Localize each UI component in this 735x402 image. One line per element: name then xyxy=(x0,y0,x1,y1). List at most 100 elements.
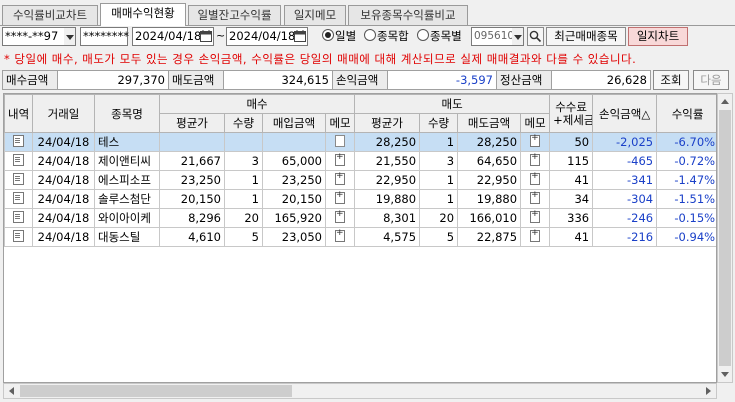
detail-cell[interactable] xyxy=(4,170,33,190)
header-buy-qty[interactable]: 수량 xyxy=(224,113,263,133)
table-row[interactable]: 24/04/18 대동스틸 4,610 5 23,050 4,575 5 22,… xyxy=(4,227,716,247)
detail-icon[interactable] xyxy=(13,230,24,242)
date-cell: 24/04/18 xyxy=(32,151,95,171)
memo-add-icon[interactable] xyxy=(335,191,346,204)
sell-avg-cell: 8,301 xyxy=(354,208,421,228)
rate-cell: -0.94% xyxy=(656,227,716,247)
memo-add-icon[interactable] xyxy=(530,210,541,223)
calendar-icon[interactable] xyxy=(294,29,306,43)
vertical-scroll-thumb[interactable] xyxy=(719,110,731,366)
calendar-icon[interactable] xyxy=(200,29,212,43)
recent-trades-button[interactable]: 최근매매종목 xyxy=(546,27,626,46)
detail-cell[interactable] xyxy=(4,208,33,228)
buy-avg-cell: 8,296 xyxy=(159,208,225,228)
fee-cell: 41 xyxy=(549,170,594,190)
detail-icon[interactable] xyxy=(13,192,24,204)
memo-add-icon[interactable] xyxy=(530,229,541,242)
header-buy-memo[interactable]: 메모 xyxy=(324,113,356,133)
tab-daily-balance-return[interactable]: 일별잔고수익률 xyxy=(188,5,281,25)
detail-cell[interactable] xyxy=(4,151,33,171)
stock-code-dropdown-icon[interactable] xyxy=(512,27,524,46)
password-input[interactable]: ******** xyxy=(80,27,129,46)
header-sell-amount[interactable]: 매도금액 xyxy=(457,113,522,133)
buy-memo-cell[interactable] xyxy=(324,208,356,228)
tab-journal-memo[interactable]: 일지메모 xyxy=(284,5,346,25)
horizontal-scrollbar[interactable] xyxy=(3,383,717,399)
tab-return-comparison-chart[interactable]: 수익률비교차트 xyxy=(2,5,98,25)
memo-add-icon[interactable] xyxy=(530,191,541,204)
rate-cell: -0.15% xyxy=(656,208,716,228)
table-row[interactable]: 24/04/18 제이앤티씨 21,667 3 65,000 21,550 3 … xyxy=(4,151,716,171)
scroll-right-icon[interactable] xyxy=(706,387,711,395)
table-row[interactable]: 24/04/18 와이아이케 8,296 20 165,920 8,301 20… xyxy=(4,208,716,228)
memo-add-icon[interactable] xyxy=(530,172,541,185)
radio-daily[interactable]: 일별 xyxy=(322,28,356,45)
query-button[interactable]: 조회 xyxy=(653,70,689,90)
header-name[interactable]: 종목명 xyxy=(94,94,160,133)
detail-cell[interactable] xyxy=(4,189,33,209)
account-select[interactable]: ****-**97 xyxy=(2,27,65,46)
header-detail[interactable]: 내역 xyxy=(4,94,33,133)
buy-memo-cell[interactable] xyxy=(324,151,356,171)
buy-memo-cell[interactable] xyxy=(324,189,356,209)
buy-avg-cell: 23,250 xyxy=(159,170,225,190)
scroll-up-icon[interactable] xyxy=(721,99,729,104)
settlement-value: 26,628 xyxy=(551,70,651,90)
memo-add-icon[interactable] xyxy=(335,153,346,166)
tab-trade-profit-status[interactable]: 매매수익현황 xyxy=(100,3,186,26)
sell-memo-cell[interactable] xyxy=(520,132,551,152)
next-button[interactable]: 다음 xyxy=(693,70,729,90)
buy-memo-cell[interactable] xyxy=(324,170,356,190)
stock-name-cell: 테스 xyxy=(94,132,160,152)
memo-add-icon[interactable] xyxy=(530,153,541,166)
buy-memo-cell[interactable] xyxy=(324,132,356,152)
detail-icon[interactable] xyxy=(13,154,24,166)
journal-chart-button[interactable]: 일지차트 xyxy=(628,27,688,46)
memo-add-icon[interactable] xyxy=(335,210,346,223)
stock-search-button[interactable] xyxy=(527,27,544,46)
memo-add-icon[interactable] xyxy=(335,172,346,185)
header-sell-qty[interactable]: 수량 xyxy=(419,113,459,133)
tab-holding-return-comparison[interactable]: 보유종목수익률비교 xyxy=(348,5,468,25)
horizontal-scroll-thumb[interactable] xyxy=(20,385,292,397)
rate-cell: -1.47% xyxy=(656,170,716,190)
memo-add-icon[interactable] xyxy=(335,229,346,242)
header-buy-avg[interactable]: 평균가 xyxy=(159,113,225,133)
header-rate[interactable]: 수익률 xyxy=(656,94,716,133)
trade-table: 내역 거래일 종목명 매수 매도 수수료 +제세금 손익금액△ 수익률 평균가 수… xyxy=(3,93,717,383)
vertical-scrollbar[interactable] xyxy=(717,93,733,383)
sell-memo-cell[interactable] xyxy=(520,227,551,247)
header-date[interactable]: 거래일 xyxy=(32,94,95,133)
memo-add-icon[interactable] xyxy=(530,134,541,147)
table-row[interactable]: 24/04/18 에스피소프 23,250 1 23,250 22,950 1 … xyxy=(4,170,716,190)
header-sell-avg[interactable]: 평균가 xyxy=(354,113,421,133)
sell-memo-cell[interactable] xyxy=(520,151,551,171)
header-buy-amount[interactable]: 매입금액 xyxy=(262,113,326,133)
sell-memo-cell[interactable] xyxy=(520,189,551,209)
radio-by-stock[interactable]: 종목별 xyxy=(417,28,462,45)
memo-empty-icon[interactable] xyxy=(335,135,346,147)
fee-cell: 115 xyxy=(549,151,594,171)
header-fee[interactable]: 수수료 +제세금 xyxy=(549,94,594,133)
sell-memo-cell[interactable] xyxy=(520,208,551,228)
detail-cell[interactable] xyxy=(4,132,33,152)
table-row[interactable]: 24/04/18 테스 28,250 1 28,250 50 -2,025 -6… xyxy=(4,132,716,152)
detail-cell[interactable] xyxy=(4,227,33,247)
detail-icon[interactable] xyxy=(13,135,24,147)
detail-icon[interactable] xyxy=(13,211,24,223)
stock-code-input[interactable]: 095610 xyxy=(471,27,514,46)
sell-amount-cell: 22,950 xyxy=(457,170,522,190)
scroll-down-icon[interactable] xyxy=(721,372,729,377)
sell-memo-cell[interactable] xyxy=(520,170,551,190)
detail-icon[interactable] xyxy=(13,173,24,185)
radio-stock-sum[interactable]: 종목합 xyxy=(364,28,409,45)
header-profit-loss[interactable]: 손익금액△ xyxy=(592,94,658,133)
buy-avg-cell: 20,150 xyxy=(159,189,225,209)
header-sell-memo[interactable]: 메모 xyxy=(520,113,551,133)
rate-cell: -0.72% xyxy=(656,151,716,171)
scroll-left-icon[interactable] xyxy=(9,387,14,395)
table-row[interactable]: 24/04/18 솔루스첨단 20,150 1 20,150 19,880 1 … xyxy=(4,189,716,209)
buy-qty-cell: 20 xyxy=(224,208,263,228)
account-dropdown-icon[interactable] xyxy=(64,27,76,46)
buy-memo-cell[interactable] xyxy=(324,227,356,247)
